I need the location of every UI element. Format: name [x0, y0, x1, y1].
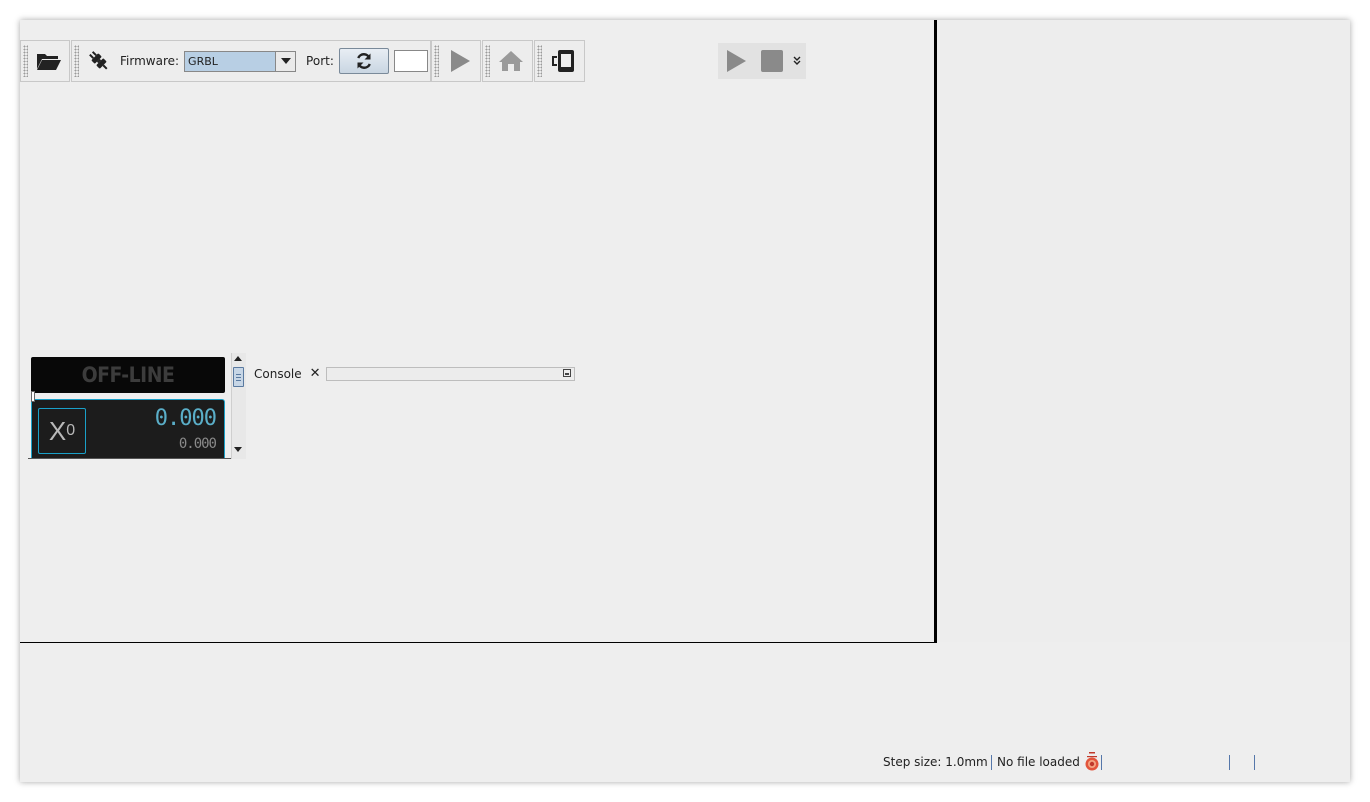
play-icon	[451, 50, 470, 72]
visualizer-panel	[937, 20, 1350, 642]
axis-x-reset-button[interactable]: X0	[38, 408, 86, 454]
chevron-down-icon[interactable]	[275, 51, 296, 71]
toolbar-grip[interactable]	[485, 45, 490, 77]
toolbar-grip[interactable]	[537, 45, 542, 77]
open-file-button[interactable]	[31, 43, 67, 79]
firmware-label: Firmware:	[120, 54, 180, 68]
connection-toolbar: Firmware: GRBL Port:	[71, 40, 431, 82]
axis-subscript: 0	[66, 422, 76, 439]
file-status: No file loaded	[997, 755, 1080, 769]
home-button[interactable]	[493, 43, 529, 79]
scroll-down-icon[interactable]	[234, 447, 242, 452]
axis-letter: X	[48, 415, 67, 446]
main-workspace: Firmware: GRBL Port: OFF-LINE X 0 0.000 …	[20, 20, 937, 643]
axis-x-row: X0 0.000 0.000	[31, 399, 225, 459]
console-tab-label: Console	[254, 366, 302, 381]
run-button[interactable]	[718, 43, 754, 79]
chevron-double-down-icon	[793, 56, 801, 65]
port-label: Port:	[306, 54, 334, 68]
ugs-logo-icon	[1084, 752, 1100, 775]
firmware-value: GRBL	[188, 54, 218, 68]
run-controls	[718, 43, 806, 79]
dro-panel: OFF-LINE X0 0.000 0.000	[28, 353, 246, 459]
toolbar-grip[interactable]	[434, 45, 439, 77]
dro-scrollbar[interactable]	[231, 353, 246, 459]
device-toolbar	[534, 40, 585, 82]
device-button[interactable]	[545, 43, 581, 79]
plug-icon	[89, 51, 108, 70]
status-separator	[1101, 755, 1102, 770]
home-icon	[499, 51, 523, 71]
console-tab[interactable]: Console ✕	[254, 366, 321, 381]
device-icon	[552, 50, 574, 72]
toolbar-grip[interactable]	[23, 45, 28, 77]
scroll-up-icon[interactable]	[234, 356, 242, 361]
home-toolbar	[482, 40, 533, 82]
port-input[interactable]	[393, 50, 428, 72]
status-separator	[991, 755, 992, 770]
file-toolbar	[20, 40, 70, 82]
app-window: Firmware: GRBL Port: OFF-LINE X 0 0.000 …	[20, 20, 1350, 782]
stop-icon	[761, 50, 783, 72]
status-separator	[1229, 755, 1230, 770]
play-icon	[727, 50, 746, 72]
firmware-select[interactable]: GRBL	[184, 50, 297, 72]
axis-x-machine-position: 0.000	[178, 436, 217, 452]
toolbar-grip[interactable]	[74, 45, 79, 77]
minimize-icon[interactable]	[563, 369, 571, 377]
toolbar-overflow-button[interactable]	[790, 43, 804, 79]
refresh-ports-button[interactable]	[338, 48, 389, 74]
step-size-status: Step size: 1.0mm	[883, 755, 988, 769]
stop-button[interactable]	[754, 43, 790, 79]
send-button[interactable]	[442, 43, 478, 79]
send-toolbar	[431, 40, 481, 82]
console-tab-bar	[326, 367, 575, 381]
axis-x-work-position: 0.000	[154, 406, 217, 431]
close-icon[interactable]: ✕	[310, 366, 321, 381]
folder-open-icon	[37, 54, 61, 70]
scroll-thumb[interactable]	[233, 367, 244, 387]
connect-button[interactable]	[82, 43, 116, 79]
machine-status: OFF-LINE	[31, 357, 225, 393]
splitter-handle[interactable]	[31, 391, 35, 402]
refresh-icon	[356, 53, 371, 69]
status-separator	[1254, 755, 1255, 770]
divider	[28, 458, 245, 459]
status-bar: Step size: 1.0mm No file loaded	[20, 752, 1350, 774]
